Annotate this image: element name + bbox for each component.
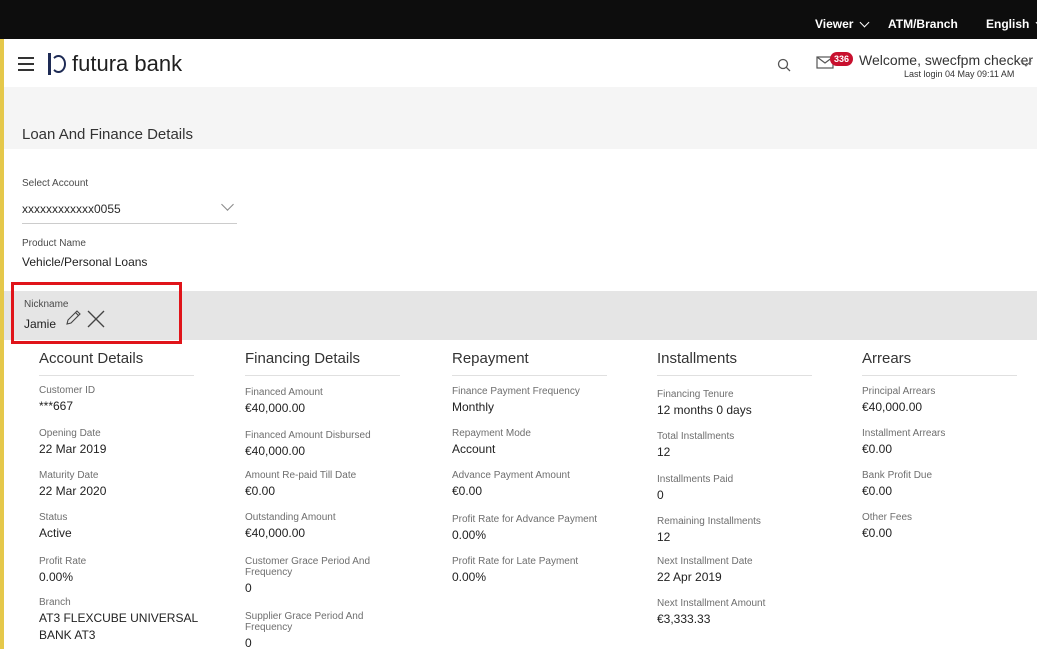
- field-principal-arrears: Principal Arrears €40,000.00: [862, 386, 936, 414]
- repayment-section: Repayment: [452, 350, 632, 376]
- installments-section: Installments: [657, 350, 837, 376]
- section-title: Repayment: [452, 350, 607, 376]
- field-next-installment-date: Next Installment Date 22 Apr 2019: [657, 556, 753, 584]
- language-menu[interactable]: English: [986, 17, 1037, 31]
- field-supplier-grace-period: Supplier Grace Period And Frequency 0: [245, 611, 364, 649]
- field-installment-arrears: Installment Arrears €0.00: [862, 428, 946, 456]
- account-details-section: Account Details: [39, 350, 219, 376]
- field-customer-grace-period: Customer Grace Period And Frequency 0: [245, 556, 371, 595]
- bank-logo-icon: [48, 53, 66, 75]
- field-profit-rate-late: Profit Rate for Late Payment 0.00%: [452, 556, 579, 584]
- section-title: Installments: [657, 350, 812, 376]
- field-total-installments: Total Installments 12: [657, 431, 735, 459]
- atm-branch-link[interactable]: ATM/Branch: [888, 17, 958, 31]
- field-amount-repaid: Amount Re-paid Till Date €0.00: [245, 470, 357, 498]
- account-select-value: xxxxxxxxxxxx0055: [22, 202, 121, 216]
- section-title: Financing Details: [245, 350, 400, 376]
- welcome-text[interactable]: Welcome, swecfpm checker: [859, 52, 1033, 68]
- mail-count-badge: 336: [830, 52, 854, 66]
- field-payment-frequency: Finance Payment Frequency Monthly: [452, 386, 580, 414]
- field-next-installment-amount: Next Installment Amount €3,333.33: [657, 598, 766, 626]
- financing-details-section: Financing Details: [245, 350, 425, 376]
- chevron-down-icon: [221, 198, 234, 211]
- search-icon[interactable]: [777, 58, 791, 72]
- field-financed-amount: Financed Amount €40,000.00: [245, 387, 323, 415]
- field-financing-tenure: Financing Tenure 12 months 0 days: [657, 389, 752, 417]
- brand-logo[interactable]: futura bank: [48, 51, 182, 77]
- field-customer-id: Customer ID ***667: [39, 385, 96, 413]
- hamburger-menu-icon[interactable]: [18, 57, 34, 71]
- arrears-section: Arrears: [862, 350, 1037, 376]
- field-maturity-date: Maturity Date 22 Mar 2020: [39, 470, 107, 498]
- field-installments-paid: Installments Paid 0: [657, 474, 734, 502]
- field-outstanding-amount: Outstanding Amount €40,000.00: [245, 512, 336, 540]
- account-select[interactable]: xxxxxxxxxxxx0055: [22, 198, 237, 224]
- field-opening-date: Opening Date 22 Mar 2019: [39, 428, 107, 456]
- viewer-label: Viewer: [815, 17, 854, 31]
- viewer-menu[interactable]: Viewer: [815, 17, 870, 31]
- section-title: Account Details: [39, 350, 194, 376]
- field-profit-rate-advance: Profit Rate for Advance Payment 0.00%: [452, 514, 598, 542]
- brand-name: futura bank: [72, 51, 183, 76]
- product-name-label: Product Name: [22, 238, 86, 249]
- last-login-text: Last login 04 May 09:11 AM: [904, 69, 1015, 79]
- app-header: futura bank 336 Welcome, swecfpm checker…: [4, 39, 1037, 87]
- select-account-label: Select Account: [22, 178, 89, 189]
- field-status: Status Active: [39, 512, 72, 540]
- field-branch: Branch AT3 FLEXCUBE UNIVERSAL BANK AT3: [39, 597, 199, 642]
- field-advance-payment-amount: Advance Payment Amount €0.00: [452, 470, 570, 498]
- page-title: Loan And Finance Details: [22, 126, 193, 143]
- field-repayment-mode: Repayment Mode Account: [452, 428, 531, 456]
- atm-branch-label: ATM/Branch: [888, 17, 958, 31]
- chevron-down-icon: [860, 17, 870, 27]
- field-profit-rate: Profit Rate 0.00%: [39, 556, 87, 584]
- product-name-value: Vehicle/Personal Loans: [22, 255, 148, 269]
- field-remaining-installments: Remaining Installments 12: [657, 516, 761, 544]
- top-bar: Viewer ATM/Branch English: [0, 0, 1037, 39]
- section-title: Arrears: [862, 350, 1017, 376]
- field-financed-amount-disbursed: Financed Amount Disbursed €40,000.00: [245, 430, 371, 458]
- field-bank-profit-due: Bank Profit Due €0.00: [862, 470, 933, 498]
- field-other-fees: Other Fees €0.00: [862, 512, 913, 540]
- highlight-frame: [11, 282, 182, 344]
- language-label: English: [986, 17, 1030, 31]
